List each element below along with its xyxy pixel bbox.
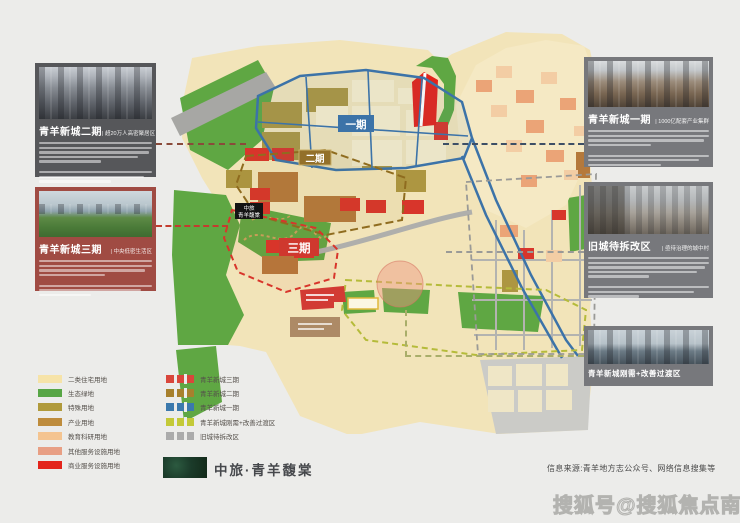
legend-label: 二类住宅用地 xyxy=(68,374,107,384)
card-phase3-subtitle: | 中央低密生活区 xyxy=(111,247,152,255)
legend-swatch xyxy=(38,418,62,426)
connector-transition-vertical xyxy=(405,310,407,357)
card-phase1: 青羊新城一期 | 1000亿配套产业集群 xyxy=(584,57,713,167)
project-marker-badge: 中旅 青羊馥棠 xyxy=(235,203,263,219)
legend-item: 教育科研用地 xyxy=(38,431,107,441)
brand-logo-text: 中旅·青羊馥棠 xyxy=(214,459,314,479)
project-marker-line1: 中旅 xyxy=(243,204,255,212)
yellow-label-box xyxy=(348,298,378,309)
legend-swatch xyxy=(166,403,194,411)
card-phase3-body-text xyxy=(39,260,152,296)
legend-item: 其他服务设施用地 xyxy=(38,446,120,456)
connector-phase1 xyxy=(443,143,584,145)
brand-logo-image xyxy=(163,457,207,478)
phase2-badge: 二期 xyxy=(299,150,331,165)
photo-texture xyxy=(588,330,709,364)
card-phase1-body-text xyxy=(588,130,709,166)
photo-texture xyxy=(588,61,709,107)
card-oldtown-photo xyxy=(588,186,709,234)
legend-swatch xyxy=(38,403,62,411)
phase1-badge: 一期 xyxy=(338,115,374,132)
legend-item: 青羊新城一期 xyxy=(166,402,239,412)
legend-item: 青羊新城刚需+改善过渡区 xyxy=(166,417,275,427)
card-phase1-subtitle: | 1000亿配套产业集群 xyxy=(655,117,709,125)
legend-label: 商业服务设施用地 xyxy=(68,460,120,470)
card-phase1-title: 青羊新城一期 xyxy=(588,111,651,126)
legend-swatch xyxy=(38,432,62,440)
card-phase1-photo xyxy=(588,61,709,107)
legend-swatch xyxy=(166,418,194,426)
legend-swatch xyxy=(166,375,194,383)
legend-label: 特殊用地 xyxy=(68,402,94,412)
card-phase2-body-text xyxy=(39,142,152,183)
phase1-badge-label: 一期 xyxy=(346,118,367,131)
legend-item: 青羊新城二期 xyxy=(166,388,239,398)
card-transition-photo xyxy=(588,330,709,364)
card-phase3-title: 青羊新城三期 xyxy=(39,241,102,256)
legend-label: 青羊新城三期 xyxy=(200,374,239,384)
card-phase3-photo xyxy=(39,191,152,237)
brown-landmark-building xyxy=(290,317,340,337)
legend-label: 其他服务设施用地 xyxy=(68,446,120,456)
source-attribution: 信息来源:青羊地方志公众号、网络信息搜集等 xyxy=(547,463,716,474)
legend-swatch xyxy=(166,389,194,397)
legend-label: 生态绿地 xyxy=(68,388,94,398)
card-oldtown: 旧城待拆改区 | 亟待治理的城中村 xyxy=(584,182,713,298)
phase3-badge-label: 三期 xyxy=(288,241,311,255)
legend-label: 青羊新城一期 xyxy=(200,402,239,412)
card-phase2-photo xyxy=(39,67,152,119)
card-phase2-title: 青羊新城二期 xyxy=(39,123,102,138)
legend-swatch xyxy=(38,461,62,469)
photo-texture xyxy=(588,186,709,234)
legend-item: 生态绿地 xyxy=(38,388,94,398)
legend-item: 旧城待拆改区 xyxy=(166,431,239,441)
map-southeast-gray-zone xyxy=(480,356,592,434)
legend-swatch xyxy=(38,375,62,383)
project-highlight-circle xyxy=(377,261,423,307)
photo-texture xyxy=(39,67,152,119)
legend-item: 青羊新城三期 xyxy=(166,374,239,384)
card-phase2-subtitle: | 超20万人高密聚居区 xyxy=(102,129,155,137)
legend-label: 产业用地 xyxy=(68,417,94,427)
card-phase2: 青羊新城二期 | 超20万人高密聚居区 xyxy=(35,63,156,177)
legend-label: 青羊新城二期 xyxy=(200,388,239,398)
connector-oldtown xyxy=(446,251,584,253)
card-oldtown-subtitle: | 亟待治理的城中村 xyxy=(662,244,709,252)
legend-swatch xyxy=(166,432,194,440)
connector-phase2 xyxy=(156,143,246,145)
card-transition: 青羊新城刚需+改善过渡区 xyxy=(584,326,713,386)
legend-label: 旧城待拆改区 xyxy=(200,431,239,441)
card-phase3: 青羊新城三期 | 中央低密生活区 xyxy=(35,187,156,291)
planning-map: 一期 二期 三期 中旅 青羊馥棠 xyxy=(166,10,602,434)
card-transition-title: 青羊新城刚需+改善过渡区 xyxy=(588,368,681,379)
legend-label: 青羊新城刚需+改善过渡区 xyxy=(200,417,275,427)
photo-texture xyxy=(39,204,152,214)
connector-phase3 xyxy=(156,225,228,227)
watermark-text: 搜狐号@搜狐焦点南充站 xyxy=(553,489,740,518)
legend-swatch xyxy=(38,389,62,397)
card-oldtown-body-text xyxy=(588,257,709,298)
poster-background: { "map": { "badges": { "phase1": "一期", "… xyxy=(0,0,740,523)
legend-item: 特殊用地 xyxy=(38,402,94,412)
legend-swatch xyxy=(38,447,62,455)
card-oldtown-title: 旧城待拆改区 xyxy=(588,238,651,253)
legend-item: 二类住宅用地 xyxy=(38,374,107,384)
connector-transition-horizontal xyxy=(405,355,584,357)
project-marker-line2: 青羊馥棠 xyxy=(238,211,261,219)
phase3-badge: 三期 xyxy=(279,238,319,256)
phase2-badge-label: 二期 xyxy=(305,153,324,165)
legend-item: 产业用地 xyxy=(38,417,94,427)
legend-item: 商业服务设施用地 xyxy=(38,460,120,470)
legend-label: 教育科研用地 xyxy=(68,431,107,441)
